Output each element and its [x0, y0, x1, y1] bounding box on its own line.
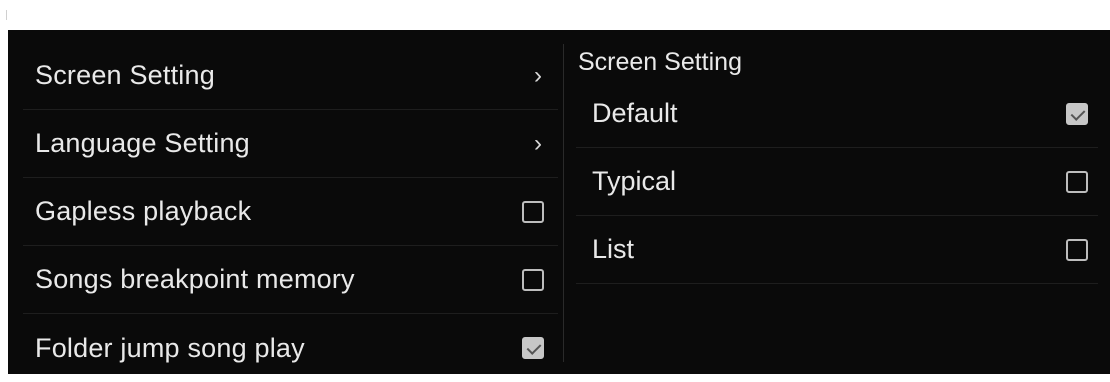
- chevron-right-icon: ›: [534, 129, 542, 157]
- option-default[interactable]: Default: [576, 80, 1098, 148]
- list-checkbox[interactable]: [1066, 238, 1088, 261]
- settings-panel: Screen Setting › Language Setting › Gapl…: [8, 30, 1110, 374]
- menu-item-label: Gapless playback: [35, 196, 252, 226]
- menu-item-label: Screen Setting: [35, 60, 215, 90]
- option-label: Typical: [592, 166, 677, 196]
- menu-item-gapless-playback[interactable]: Gapless playback: [23, 178, 558, 246]
- folder-jump-song-play-checkbox[interactable]: [522, 337, 544, 359]
- option-list[interactable]: List: [576, 216, 1098, 284]
- settings-menu-list: Screen Setting › Language Setting › Gapl…: [23, 42, 558, 382]
- option-label: List: [592, 234, 635, 264]
- section-title: Screen Setting: [578, 48, 742, 76]
- option-typical[interactable]: Typical: [576, 148, 1098, 216]
- menu-item-label: Language Setting: [35, 128, 250, 158]
- top-blank-area: [0, 0, 1110, 30]
- gapless-playback-checkbox[interactable]: [522, 200, 544, 223]
- menu-item-screen-setting[interactable]: Screen Setting ›: [23, 42, 558, 110]
- menu-item-folder-jump-song-play[interactable]: Folder jump song play: [23, 314, 558, 382]
- typical-checkbox[interactable]: [1066, 170, 1088, 193]
- default-checkbox[interactable]: [1066, 102, 1088, 125]
- screen-setting-panel: Screen Setting Default Typical List: [576, 44, 1098, 284]
- menu-item-songs-breakpoint-memory[interactable]: Songs breakpoint memory: [23, 246, 558, 314]
- corner-mark: [6, 10, 7, 20]
- chevron-right-icon: ›: [534, 61, 542, 89]
- column-divider: [563, 44, 564, 362]
- option-label: Default: [592, 98, 678, 128]
- songs-breakpoint-memory-checkbox[interactable]: [522, 268, 544, 291]
- menu-item-label: Songs breakpoint memory: [35, 264, 355, 294]
- menu-item-language-setting[interactable]: Language Setting ›: [23, 110, 558, 178]
- menu-item-label: Folder jump song play: [35, 332, 305, 363]
